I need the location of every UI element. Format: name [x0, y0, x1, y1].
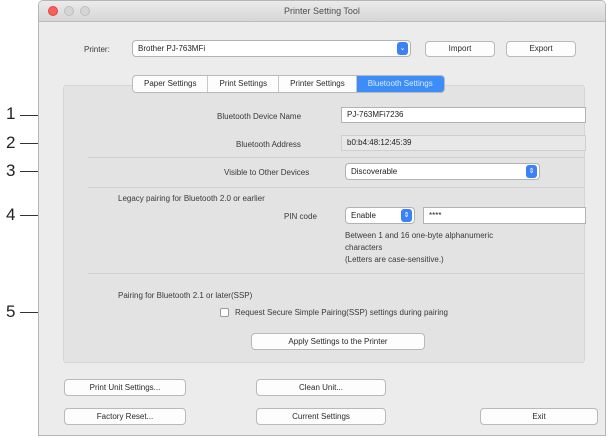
title-bar: Printer Setting Tool [39, 1, 605, 22]
pin-help-line-3: (Letters are case-sensitive.) [345, 255, 444, 264]
pin-help-line-2: characters [345, 243, 383, 252]
exit-button[interactable]: Exit [480, 408, 598, 425]
visible-select-value: Discoverable [351, 167, 398, 176]
callout-1: 1 [6, 104, 16, 123]
clean-unit-button[interactable]: Clean Unit... [256, 379, 386, 396]
separator [88, 273, 585, 274]
separator [88, 157, 585, 158]
address-label: Bluetooth Address [236, 140, 301, 149]
settings-tabs: Paper Settings Print Settings Printer Se… [132, 75, 445, 93]
visible-label: Visible to Other Devices [224, 168, 310, 177]
callout-4: 4 [6, 205, 16, 224]
legacy-pairing-heading: Legacy pairing for Bluetooth 2.0 or earl… [118, 194, 265, 203]
callout-5: 5 [6, 302, 16, 321]
current-settings-button[interactable]: Current Settings [256, 408, 386, 425]
visible-select[interactable]: Discoverable ⇕ [345, 163, 540, 180]
pin-code-label: PIN code [284, 212, 317, 221]
callout-2: 2 [6, 133, 16, 152]
tab-printer-settings[interactable]: Printer Settings [279, 76, 357, 92]
pin-mode-value: Enable [351, 211, 376, 220]
separator [88, 187, 585, 188]
ssp-checkbox[interactable] [220, 308, 229, 317]
callout-3: 3 [6, 161, 16, 180]
up-down-stepper-icon: ⇕ [526, 165, 537, 178]
print-unit-settings-button[interactable]: Print Unit Settings... [64, 379, 186, 396]
device-name-input[interactable]: PJ-763MFi7236 [341, 107, 586, 123]
device-name-label: Bluetooth Device Name [217, 112, 302, 121]
ssp-checkbox-label: Request Secure Simple Pairing(SSP) setti… [235, 308, 448, 317]
tab-paper-settings[interactable]: Paper Settings [133, 76, 209, 92]
factory-reset-button[interactable]: Factory Reset... [64, 408, 186, 425]
up-down-stepper-icon: ⇕ [401, 209, 412, 222]
tab-print-settings[interactable]: Print Settings [208, 76, 280, 92]
settings-panel [63, 85, 585, 363]
import-button[interactable]: Import [425, 41, 495, 57]
printer-select[interactable]: Brother PJ-763MFi ⌄ [132, 40, 411, 57]
printer-setting-window: Printer Setting Tool Printer: Brother PJ… [38, 0, 606, 436]
window-title: Printer Setting Tool [284, 6, 360, 16]
ssp-heading: Pairing for Bluetooth 2.1 or later(SSP) [118, 291, 253, 300]
printer-select-value: Brother PJ-763MFi [138, 44, 206, 53]
tab-bluetooth-settings[interactable]: Bluetooth Settings [356, 76, 444, 92]
pin-help-line-1: Between 1 and 16 one-byte alphanumeric [345, 231, 494, 240]
chevron-down-icon: ⌄ [397, 42, 408, 55]
pin-code-input[interactable]: **** [423, 207, 586, 224]
apply-settings-button[interactable]: Apply Settings to the Printer [251, 333, 425, 350]
printer-label: Printer: [84, 45, 110, 54]
export-button[interactable]: Export [506, 41, 576, 57]
pin-mode-select[interactable]: Enable ⇕ [345, 207, 415, 224]
address-field: b0:b4:48:12:45:39 [341, 135, 586, 151]
